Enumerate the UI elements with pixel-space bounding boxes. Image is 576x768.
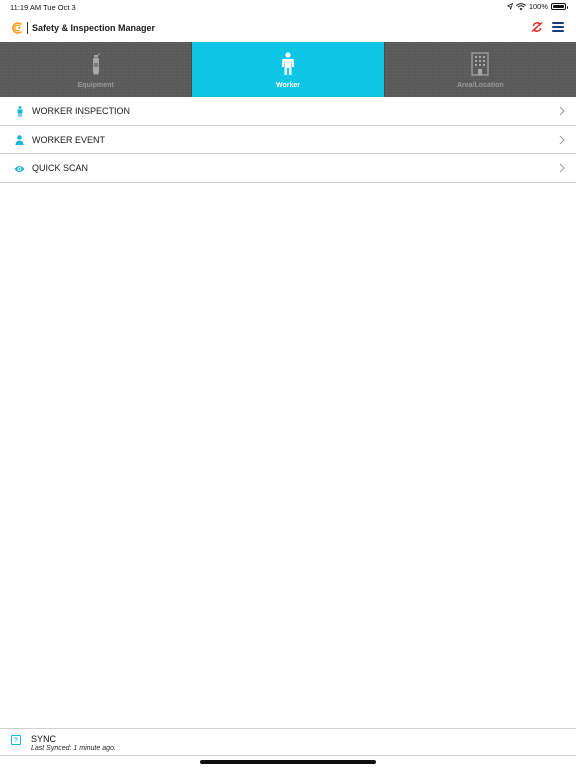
sync-help-icon: ? — [11, 735, 21, 745]
sync-off-icon[interactable] — [531, 21, 543, 33]
menu-item-label: QUICK SCAN — [32, 163, 89, 173]
eye-icon — [14, 163, 25, 174]
person-icon — [276, 51, 300, 77]
menu-item-quick-scan[interactable]: QUICK SCAN — [0, 154, 576, 183]
home-indicator[interactable] — [200, 760, 376, 764]
person-icon — [14, 106, 25, 117]
chevron-right-icon — [559, 135, 565, 144]
location-icon — [506, 3, 513, 10]
menu-item-worker-inspection[interactable]: WORKER INSPECTION — [0, 97, 576, 126]
sync-last-synced: Last Synced: 1 minute ago. — [31, 745, 116, 752]
status-right: 100% — [506, 2, 568, 11]
fire-extinguisher-icon — [84, 51, 108, 77]
menu-item-label: WORKER INSPECTION — [32, 106, 131, 116]
tab-worker[interactable]: Worker — [192, 42, 385, 97]
building-icon — [468, 51, 492, 77]
tab-equipment[interactable]: Equipment — [0, 42, 193, 97]
status-time: 11:19 AM — [10, 3, 42, 12]
tab-label: Worker — [275, 82, 300, 89]
category-tabs: Equipment Worker Area/Location — [0, 42, 576, 97]
sync-bar[interactable]: ? SYNC Last Synced: 1 minute ago. — [0, 728, 576, 756]
hamburger-menu-icon[interactable] — [552, 22, 564, 32]
tab-label: Area/Location — [456, 82, 504, 89]
tab-label: Equipment — [77, 82, 114, 89]
logo-divider — [27, 22, 28, 34]
menu-list: WORKER INSPECTION WORKER EVENT QUICK SCA… — [0, 97, 576, 183]
user-icon — [14, 135, 25, 146]
app-header: Safety & Inspection Manager — [0, 14, 576, 42]
battery-icon — [551, 3, 568, 10]
status-bar: 11:19 AM Tue Oct 3 100% — [0, 0, 576, 14]
chevron-right-icon — [559, 163, 565, 173]
app-title: Safety & Inspection Manager — [32, 23, 156, 33]
brand-logo-icon — [12, 22, 23, 34]
tab-area-location[interactable]: Area/Location — [384, 42, 576, 97]
menu-item-label: WORKER EVENT — [32, 134, 106, 145]
sync-title: SYNC — [31, 734, 57, 744]
wifi-icon — [515, 2, 526, 10]
status-date: Tue Oct 3 — [43, 3, 76, 12]
menu-item-worker-event[interactable]: WORKER EVENT — [0, 125, 576, 154]
chevron-right-icon — [559, 106, 565, 116]
battery-percent: 100% — [528, 2, 548, 11]
